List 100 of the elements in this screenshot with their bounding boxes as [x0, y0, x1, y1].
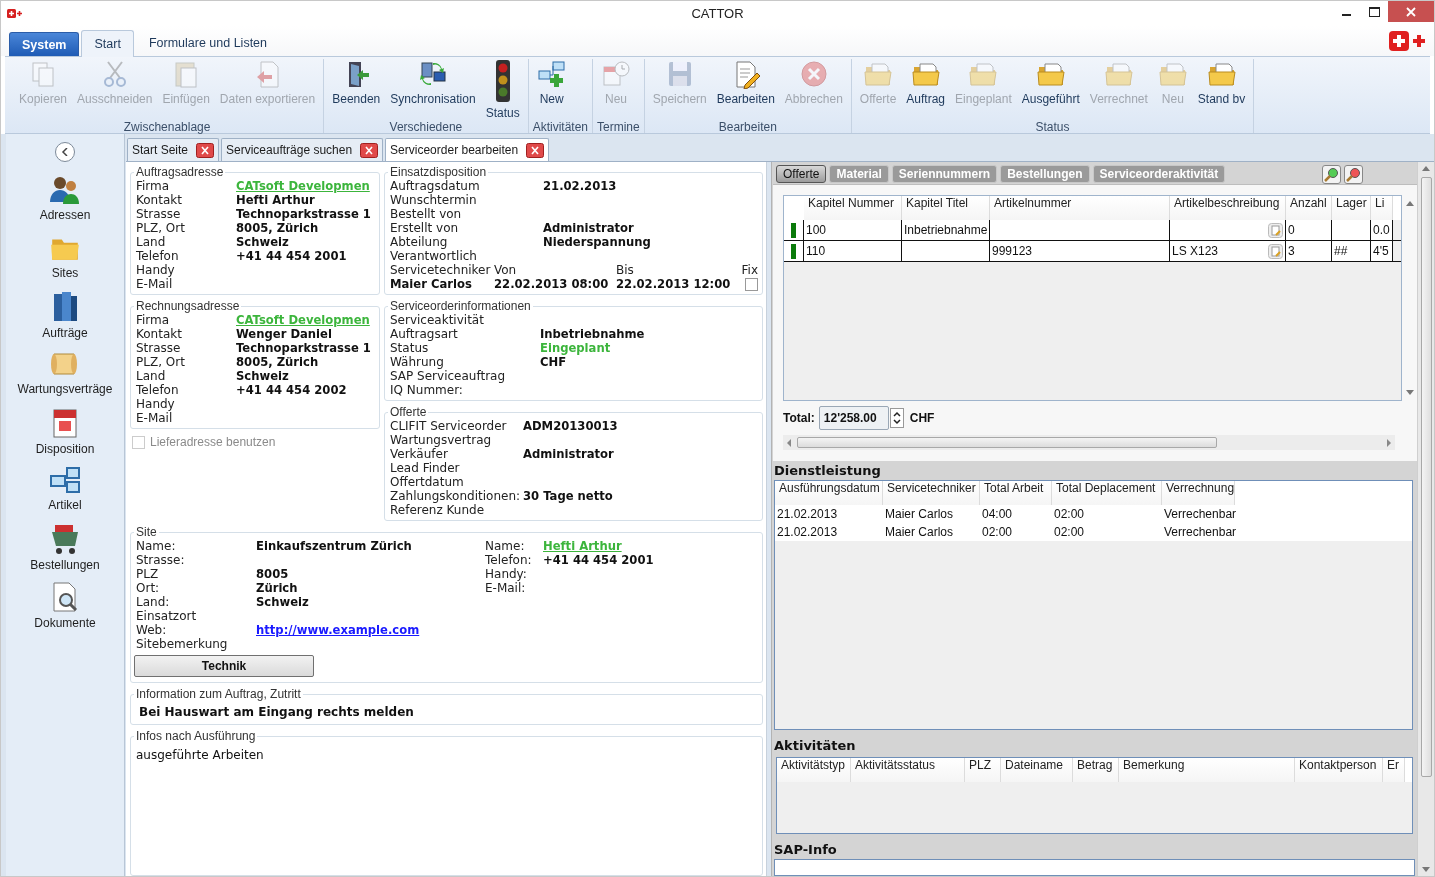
ribbon-button[interactable]: Status [481, 59, 524, 119]
zoom-out-icon [1346, 167, 1361, 182]
field-value: 8005 [256, 567, 290, 581]
column-header[interactable]: PLZ [965, 758, 1001, 782]
sidebar-item[interactable]: Artikel [46, 464, 84, 522]
network-icon [536, 59, 567, 89]
column-header[interactable]: Li [1371, 196, 1393, 220]
field-value: ADM20130013 [523, 419, 619, 433]
column-header[interactable]: Servicetechniker [883, 481, 980, 505]
ribbon-button[interactable]: Synchronisation [386, 59, 480, 119]
column-header[interactable]: Kontaktperson [1295, 758, 1383, 782]
sidebar-item[interactable]: Sites [46, 232, 84, 290]
column-header[interactable]: Artikelbeschreibung [1170, 196, 1286, 220]
field-value: Zürich [256, 581, 299, 595]
group-label: Termine [597, 119, 640, 135]
ribbon-tab[interactable]: System [9, 32, 80, 56]
field-value: Niederspannung [543, 235, 652, 249]
field-value: Technoparkstrasse 1 [236, 341, 372, 355]
zoom-in-button[interactable] [1322, 165, 1341, 184]
checkbox-label: Lieferadresse benutzen [150, 435, 276, 449]
status-value: Eingeplant [540, 341, 612, 355]
table-cell: Maier Carlos [883, 523, 980, 541]
close-icon[interactable] [526, 142, 545, 158]
field-label: E-Mail: [485, 581, 527, 595]
technik-button[interactable]: Technik [134, 655, 314, 677]
ribbon-button[interactable]: Bearbeiten [712, 59, 779, 119]
field-label: Bestellt von [390, 207, 463, 221]
ribbon-button[interactable]: Beenden [328, 59, 385, 119]
document-tab[interactable]: Serviceaufträge suchen [221, 138, 384, 161]
column-header[interactable]: Anzahl [1286, 196, 1332, 220]
table-cell: Maier Carlos [883, 505, 980, 523]
group-label: Aktivitäten [532, 119, 589, 135]
sidebar-item[interactable]: Bestellungen [28, 522, 102, 580]
table-cell: ## [1332, 241, 1371, 261]
sidebar-item[interactable]: Wartungsverträge [15, 348, 115, 406]
document-tab[interactable]: Serviceorder bearbeiten [385, 138, 550, 161]
field-label: Strasse: [136, 553, 186, 567]
group-label: Status [1034, 119, 1071, 135]
ribbon-tab[interactable]: Formulare und Listen [135, 29, 280, 56]
group-title: Einsatzdisposition [389, 165, 488, 179]
column-header[interactable]: Lager [1332, 196, 1371, 220]
field-label: Land [136, 235, 167, 249]
field-label: PLZ [136, 567, 160, 581]
field-value: Administrator [523, 447, 615, 461]
table-cell: 21.02.2013 [775, 505, 883, 523]
detail-tab[interactable]: Offerte [776, 165, 827, 183]
column-header[interactable]: Betrag [1073, 758, 1119, 782]
link[interactable]: http://www.example.com [256, 623, 485, 637]
sidebar-item[interactable]: Dokumente [32, 580, 98, 638]
field-label: Land: [136, 595, 171, 609]
close-button[interactable] [1388, 1, 1434, 22]
ribbon-tab[interactable]: Start [81, 30, 134, 57]
table-cell: 21.02.2013 [775, 523, 883, 541]
table-cell: LS X123 [1170, 241, 1286, 261]
close-icon[interactable] [360, 142, 379, 158]
logo-icon [1388, 30, 1428, 52]
column-header[interactable]: Kapitel Nummer [804, 196, 902, 220]
ribbon-button[interactable]: Auftrag [902, 59, 950, 119]
field-label: Firma [136, 179, 171, 193]
column-header[interactable]: Total Arbeit [980, 481, 1052, 505]
sidebar-item[interactable]: Aufträge [40, 290, 90, 348]
notes-field[interactable]: ausgeführte Arbeiten [136, 743, 758, 872]
column-header[interactable]: Dateiname [1001, 758, 1073, 782]
field-value: Einkaufszentrum Zürich [256, 539, 413, 553]
field-label: Verkäufer [390, 447, 449, 461]
table-cell: 999123 [990, 241, 1170, 261]
column-header[interactable]: Aktivitätstyp [777, 758, 851, 782]
column-header[interactable]: Er [1383, 758, 1405, 782]
column-header[interactable]: Verrechnung [1162, 481, 1235, 505]
ribbon-button[interactable]: Ausgeführt [1017, 59, 1084, 119]
sidebar-item[interactable]: Adressen [37, 174, 93, 232]
scrollbar[interactable] [783, 435, 1395, 450]
scrollbar[interactable] [1417, 162, 1434, 876]
sidebar-item[interactable]: Disposition [33, 406, 97, 464]
ribbon-button[interactable]: New [532, 59, 571, 119]
group-title: Rechnungsadresse [135, 299, 241, 313]
field-value: Schweiz [236, 235, 290, 249]
checkbox[interactable] [745, 277, 758, 291]
back-button[interactable] [55, 142, 75, 162]
document-tab[interactable]: Start Seite [127, 138, 220, 161]
group-title: Serviceorderinformationen [389, 299, 532, 313]
column-header[interactable]: Kapitel Titel [902, 196, 990, 220]
section-title: SAP-Info [773, 841, 838, 859]
column-header[interactable]: Ausführungsdatum [775, 481, 883, 505]
total-field[interactable]: 12'258.00 [818, 406, 889, 430]
close-icon [1406, 6, 1416, 17]
note-icon[interactable] [1268, 243, 1283, 259]
column-header[interactable]: Bemerkung [1119, 758, 1295, 782]
zoom-out-button[interactable] [1344, 165, 1363, 184]
column-header[interactable]: Total Deplacement [1052, 481, 1162, 505]
column-header[interactable]: Aktivitätsstatus [851, 758, 965, 782]
ribbon-button[interactable]: Stand bv [1193, 59, 1250, 119]
field-value: +41 44 454 2002 [236, 383, 348, 397]
field-label: Wartungsvertrag [390, 433, 493, 447]
field-label: Erstellt von [390, 221, 460, 235]
field-value: Inbetriebnahme [540, 327, 646, 341]
close-icon[interactable] [196, 142, 215, 158]
spinner-icon[interactable] [889, 408, 904, 428]
note-icon[interactable] [1268, 222, 1283, 238]
column-header[interactable]: Artikelnummer [990, 196, 1170, 220]
